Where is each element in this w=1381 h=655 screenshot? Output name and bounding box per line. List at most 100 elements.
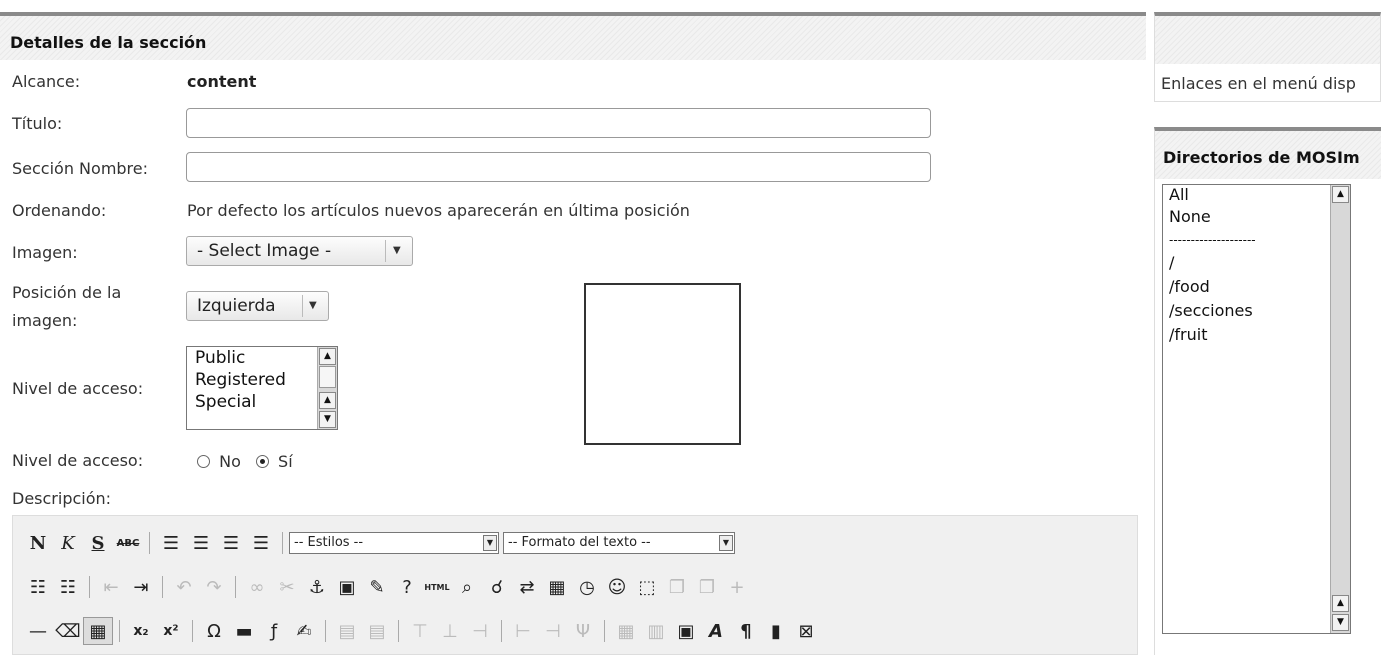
list-item[interactable]: /secciones bbox=[1163, 299, 1350, 323]
format-select[interactable]: -- Formato del texto -- ▼ bbox=[503, 532, 735, 554]
scroll-up-icon[interactable]: ▲ bbox=[1332, 595, 1349, 612]
ordering-label: Ordenando: bbox=[12, 201, 107, 220]
align-center-icon[interactable]: ☰ bbox=[186, 529, 216, 557]
chevron-down-icon: ▼ bbox=[309, 300, 317, 311]
table-props-icon[interactable]: ▤ bbox=[332, 617, 362, 645]
chevron-down-icon: ▼ bbox=[719, 535, 733, 551]
merge-cell-icon[interactable]: ▥ bbox=[641, 617, 671, 645]
outdent-icon[interactable]: ⇤ bbox=[96, 573, 126, 601]
image-icon[interactable]: ▣ bbox=[332, 573, 362, 601]
media-icon[interactable]: ▮ bbox=[761, 617, 791, 645]
superscript-icon[interactable]: x² bbox=[156, 617, 186, 645]
html-icon[interactable]: HTML bbox=[422, 573, 452, 601]
cell-props-icon[interactable]: ▤ bbox=[362, 617, 392, 645]
insert-col-before-icon[interactable]: ⊢ bbox=[508, 617, 538, 645]
styles-select[interactable]: -- Estilos -- ▼ bbox=[289, 532, 499, 554]
scroll-up-icon[interactable]: ▲ bbox=[319, 348, 336, 365]
layer-icon[interactable]: ▣ bbox=[671, 617, 701, 645]
scope-value: content bbox=[187, 72, 257, 91]
mosimage-scrollbar[interactable]: ▲ ▲ ▼ bbox=[1330, 185, 1350, 633]
link-icon[interactable]: ∞ bbox=[242, 573, 272, 601]
eraser-icon[interactable]: ⌫ bbox=[53, 617, 83, 645]
radio-no[interactable] bbox=[197, 455, 210, 468]
image-position-select[interactable]: Izquierda ▼ bbox=[186, 291, 329, 321]
styles-select-value: -- Estilos -- bbox=[294, 535, 364, 550]
title-input[interactable] bbox=[186, 108, 931, 138]
list-item[interactable]: Special bbox=[187, 391, 337, 413]
horizontal-rule-icon[interactable]: — bbox=[23, 617, 53, 645]
table-icon[interactable]: ▦ bbox=[83, 617, 113, 645]
list-item[interactable]: All bbox=[1163, 185, 1350, 205]
access-level-listbox[interactable]: Public Registered Special ▲ ▲ ▼ bbox=[186, 346, 338, 430]
page-break-icon[interactable]: ⊠ bbox=[791, 617, 821, 645]
unlink-icon[interactable]: ✂ bbox=[272, 573, 302, 601]
mosimage-title: Directorios de MOSIm bbox=[1155, 131, 1381, 179]
indent-icon[interactable]: ⇥ bbox=[126, 573, 156, 601]
image-label: Imagen: bbox=[12, 243, 78, 262]
insert-col-after-icon[interactable]: ⊣ bbox=[538, 617, 568, 645]
bold-button[interactable]: N bbox=[23, 529, 53, 557]
list-item[interactable]: / bbox=[1163, 251, 1350, 275]
help-icon[interactable]: ? bbox=[392, 573, 422, 601]
list-item[interactable]: /fruit bbox=[1163, 323, 1350, 347]
emoticon-icon[interactable]: ☺ bbox=[602, 573, 632, 601]
bullet-list-icon[interactable]: ☷ bbox=[23, 573, 53, 601]
find-icon[interactable]: ☌ bbox=[482, 573, 512, 601]
insert-row-after-icon[interactable]: ⊥ bbox=[435, 617, 465, 645]
underline-button[interactable]: S bbox=[83, 529, 113, 557]
subscript-icon[interactable]: x₂ bbox=[126, 617, 156, 645]
scroll-up-icon[interactable]: ▲ bbox=[319, 392, 336, 409]
list-item[interactable]: -------------------- bbox=[1163, 229, 1350, 251]
pilcrow-icon[interactable]: ¶ bbox=[731, 617, 761, 645]
delete-row-icon[interactable]: ⊣ bbox=[465, 617, 495, 645]
mosimage-dir-listbox[interactable]: All None -------------------- / /food /s… bbox=[1162, 184, 1351, 634]
redo-icon[interactable]: ↷ bbox=[199, 573, 229, 601]
remove-format-icon[interactable]: ▬ bbox=[229, 617, 259, 645]
menu-links-text: Enlaces en el menú disp bbox=[1161, 74, 1356, 93]
align-right-icon[interactable]: ☰ bbox=[216, 529, 246, 557]
edit-icon[interactable]: ✍ bbox=[289, 617, 319, 645]
undo-icon[interactable]: ↶ bbox=[169, 573, 199, 601]
title-label: Título: bbox=[12, 114, 63, 133]
scroll-down-icon[interactable]: ▼ bbox=[319, 411, 336, 428]
section-name-input[interactable] bbox=[186, 152, 931, 182]
chevron-down-icon: ▼ bbox=[483, 535, 497, 551]
published-radio-group: No Sí bbox=[197, 452, 293, 471]
section-details-title: Detalles de la sección bbox=[0, 12, 1146, 60]
insert-row-before-icon[interactable]: ⊤ bbox=[405, 617, 435, 645]
paste-icon[interactable]: ❐ bbox=[692, 573, 722, 601]
replace-icon[interactable]: ⇄ bbox=[512, 573, 542, 601]
copy-icon[interactable]: ❐ bbox=[662, 573, 692, 601]
numbered-list-icon[interactable]: ☷ bbox=[53, 573, 83, 601]
preview-icon[interactable]: ⌕ bbox=[452, 573, 482, 601]
scroll-up-icon[interactable]: ▲ bbox=[1332, 186, 1349, 203]
radio-yes[interactable] bbox=[255, 455, 269, 468]
split-cell-icon[interactable]: ▦ bbox=[611, 617, 641, 645]
insert-date-icon[interactable]: ▦ bbox=[542, 573, 572, 601]
list-item[interactable]: Registered bbox=[187, 369, 337, 391]
fullscreen-icon[interactable]: ⬚ bbox=[632, 573, 662, 601]
italic-button[interactable]: K bbox=[53, 529, 83, 557]
list-item[interactable]: /food bbox=[1163, 275, 1350, 299]
list-item[interactable]: None bbox=[1163, 205, 1350, 229]
add-icon[interactable]: + bbox=[722, 573, 752, 601]
access-level-label: Nivel de acceso: bbox=[12, 379, 144, 398]
ordering-value: Por defecto los artículos nuevos aparece… bbox=[187, 201, 690, 220]
list-item[interactable]: Public bbox=[187, 347, 337, 369]
delete-col-icon[interactable]: Ψ bbox=[568, 617, 598, 645]
omega-icon[interactable]: Ω bbox=[199, 617, 229, 645]
cleanup-icon[interactable]: ✎ bbox=[362, 573, 392, 601]
scroll-thumb[interactable] bbox=[319, 366, 336, 388]
insert-time-icon[interactable]: ◷ bbox=[572, 573, 602, 601]
access-scrollbar[interactable]: ▲ ▲ ▼ bbox=[317, 347, 337, 429]
flash-icon[interactable]: ƒ bbox=[259, 617, 289, 645]
align-left-icon[interactable]: ☰ bbox=[156, 529, 186, 557]
align-justify-icon[interactable]: ☰ bbox=[246, 529, 276, 557]
style-icon[interactable]: A bbox=[701, 617, 731, 645]
scroll-down-icon[interactable]: ▼ bbox=[1332, 614, 1349, 631]
toolbar-row-3: — ⌫ ▦ x₂ x² Ω ▬ ƒ ✍ ▤ ▤ ⊤ ⊥ ⊣ ⊢ ⊣ Ψ ▦ ▥ … bbox=[23, 616, 821, 646]
image-select[interactable]: - Select Image - ▼ bbox=[186, 236, 413, 266]
anchor-icon[interactable]: ⚓ bbox=[302, 573, 332, 601]
strikethrough-button[interactable]: ABC bbox=[113, 529, 143, 557]
toolbar-row-2: ☷ ☷ ⇤ ⇥ ↶ ↷ ∞ ✂ ⚓ ▣ ✎ ? HTML ⌕ ☌ ⇄ ▦ ◷ ☺… bbox=[23, 572, 752, 602]
